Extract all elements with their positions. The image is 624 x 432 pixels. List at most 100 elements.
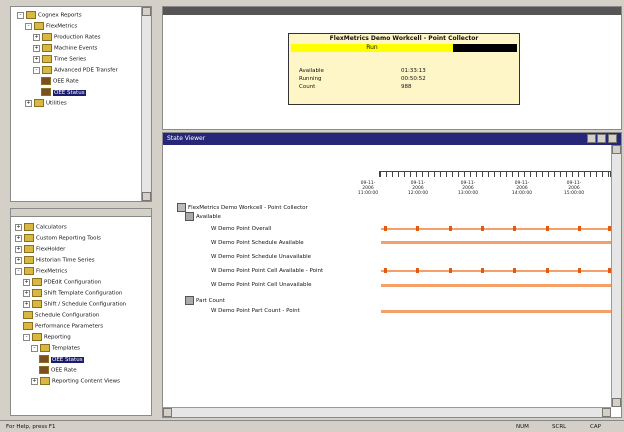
tree-item[interactable]: + PDEdit Configuration <box>15 278 101 287</box>
expand-icon[interactable]: + <box>15 234 22 242</box>
vertical-scrollbar[interactable] <box>141 7 151 201</box>
expand-icon[interactable]: + <box>15 223 22 231</box>
folder-icon <box>24 245 34 253</box>
tree-item[interactable]: - Reporting <box>15 333 71 342</box>
tree-item[interactable]: + Utilities <box>17 99 67 108</box>
tree-item[interactable]: - FlexMetrics <box>15 267 67 276</box>
maximize-button[interactable] <box>597 134 606 143</box>
collapse-icon[interactable]: - <box>17 11 24 19</box>
group-node[interactable]: Available <box>185 212 221 221</box>
vertical-scrollbar[interactable] <box>611 145 621 407</box>
collapse-icon[interactable]: - <box>15 267 22 275</box>
workcell-icon <box>177 203 186 212</box>
event-marker <box>416 268 419 273</box>
status-text: For Help, press F1 <box>6 424 56 430</box>
tree-item[interactable]: + Calculators <box>15 223 67 232</box>
status-panel-title: FlexMetrics Demo Workcell - Point Collec… <box>329 35 479 42</box>
tree-item[interactable]: - Cognex Reports <box>17 11 82 20</box>
folder-icon <box>34 99 44 107</box>
scroll-left-button[interactable] <box>163 408 172 417</box>
tree-item[interactable]: Performance Parameters <box>15 322 103 331</box>
tree-item[interactable]: - Templates <box>15 344 80 353</box>
group-label: Available <box>196 214 221 220</box>
folder-icon <box>42 33 52 41</box>
expand-icon[interactable]: + <box>31 377 38 385</box>
collapse-icon[interactable]: - <box>25 22 32 30</box>
root-node[interactable]: FlexMetrics Demo Workcell - Point Collec… <box>177 203 308 212</box>
scroll-down-button[interactable] <box>142 192 151 201</box>
collapse-icon[interactable]: - <box>33 66 40 74</box>
tree-item[interactable]: + Shift / Schedule Configuration <box>15 300 126 309</box>
folder-icon <box>24 267 34 275</box>
state-row-label: W Demo Point Schedule Available <box>211 240 304 246</box>
expand-icon[interactable]: + <box>15 245 22 253</box>
scroll-right-button[interactable] <box>602 408 611 417</box>
collapse-icon[interactable]: - <box>23 333 30 341</box>
config-icon <box>32 278 42 286</box>
tree-item-label: OEE Rate <box>51 367 77 374</box>
config-icon <box>32 289 42 297</box>
tree-item[interactable]: Schedule Configuration <box>15 311 99 320</box>
tree-item[interactable]: - Advanced PDE Transfer <box>17 66 118 75</box>
folder-icon <box>40 344 50 352</box>
date-label: 09-11-2006 11:00:00 <box>357 181 379 196</box>
gantt-bar <box>381 284 613 287</box>
folder-icon <box>32 333 42 341</box>
minimize-button[interactable] <box>587 134 596 143</box>
tree-item[interactable]: OEE Status <box>15 355 84 364</box>
tree-item-label: Performance Parameters <box>35 323 104 330</box>
tree-item[interactable]: + Custom Reporting Tools <box>15 234 101 243</box>
report-icon <box>41 77 51 85</box>
tree-item[interactable]: + Reporting Content Views <box>15 377 120 386</box>
tree-item[interactable]: - FlexMetrics <box>17 22 77 31</box>
state-viewer-titlebar[interactable]: State Viewer <box>163 133 621 145</box>
expand-icon[interactable]: + <box>23 289 30 297</box>
expand-icon[interactable]: + <box>25 99 32 107</box>
tree-item[interactable]: + Shift Template Configuration <box>15 289 122 298</box>
expand-icon[interactable]: + <box>33 33 40 41</box>
expand-icon[interactable]: + <box>23 278 30 286</box>
close-button[interactable] <box>608 134 617 143</box>
config-icon <box>23 322 33 330</box>
expand-icon[interactable]: + <box>15 256 22 264</box>
scroll-up-button[interactable] <box>612 145 621 154</box>
tree-item[interactable]: + Machine Events <box>17 44 97 53</box>
tree-item[interactable]: + Production Rates <box>17 33 101 42</box>
tree-item[interactable]: + Historian Time Series <box>15 256 95 265</box>
horizontal-scrollbar[interactable] <box>163 407 611 417</box>
folder-icon <box>34 22 44 30</box>
tree-item[interactable]: OEE Status <box>17 88 86 97</box>
pane-header <box>163 7 621 15</box>
group-node[interactable]: Part Count <box>185 296 225 305</box>
event-marker <box>513 226 516 231</box>
tree-item-label: OEE Status <box>53 89 86 96</box>
scroll-up-button[interactable] <box>142 7 151 16</box>
folder-icon <box>42 66 52 74</box>
tree-item[interactable]: + Time Series <box>17 55 86 64</box>
event-marker <box>384 268 387 273</box>
event-marker <box>449 226 452 231</box>
collapse-icon[interactable]: - <box>31 344 38 352</box>
report-icon <box>39 355 49 363</box>
scroll-down-button[interactable] <box>612 398 621 407</box>
pane-header <box>11 209 151 217</box>
event-marker <box>481 226 484 231</box>
state-viewer-window: State Viewer 09-11-2006 11:00:00 09-11-2… <box>162 132 622 418</box>
tools-icon <box>24 234 34 242</box>
tree-item[interactable]: OEE Rate <box>17 77 79 86</box>
expand-icon[interactable]: + <box>33 44 40 52</box>
configuration-tree-pane: + Calculators + Custom Reporting Tools + Flex… <box>10 208 152 416</box>
expand-icon[interactable]: + <box>23 300 30 308</box>
expand-icon[interactable]: + <box>33 55 40 63</box>
configuration-tree: + Calculators + Custom Reporting Tools + Flex… <box>15 223 145 393</box>
report-tree-pane: - Cognex Reports - FlexMetrics + Production R… <box>10 6 152 202</box>
tree-item[interactable]: OEE Rate <box>15 366 77 375</box>
folder-icon <box>26 11 36 19</box>
event-marker <box>513 268 516 273</box>
event-marker <box>546 268 549 273</box>
event-marker <box>481 268 484 273</box>
tree-item-label: Reporting <box>44 334 71 341</box>
status-cell: SCRL <box>552 424 567 430</box>
tree-item[interactable]: + FlexHolder <box>15 245 65 254</box>
status-cell: CAP <box>590 424 601 430</box>
